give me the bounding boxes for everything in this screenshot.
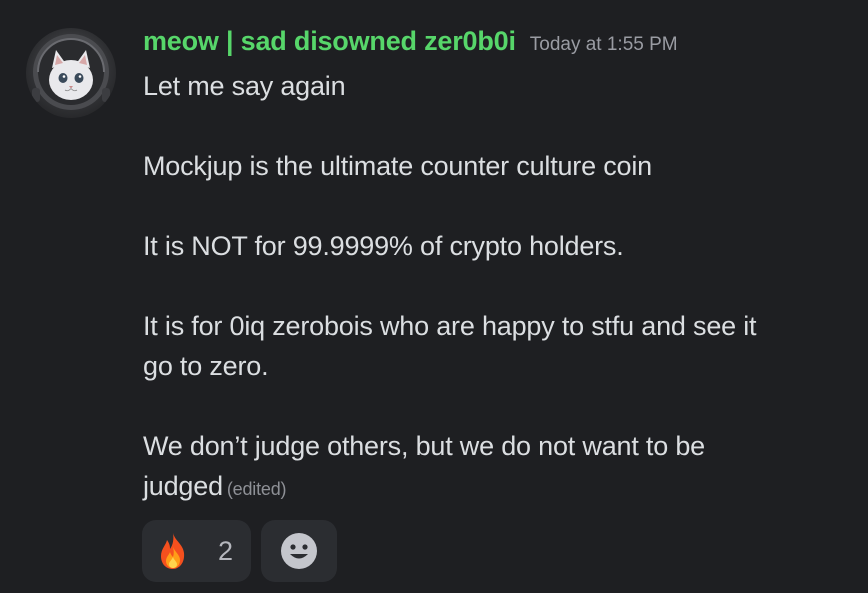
avatar[interactable] (26, 28, 116, 118)
message-line: Mockjup is the ultimate counter culture … (143, 151, 652, 181)
message-line: It is NOT for 99.9999% of crypto holders… (143, 231, 624, 261)
message-line: go to zero. (143, 351, 269, 381)
reactions-bar: 2 (142, 520, 337, 582)
message-line: It is for 0iq zerobois who are happy to … (143, 311, 757, 341)
astronaut-cat-avatar-icon (32, 34, 110, 110)
edited-label: (edited) (226, 479, 287, 499)
message-header: meow | sad disowned zer0b0i Today at 1:55… (143, 26, 678, 57)
reaction-fire[interactable]: 2 (142, 520, 251, 582)
message-line: Let me say again (143, 71, 346, 101)
message-line-last: judged (edited) (143, 466, 853, 509)
message-line: We don’t judge others, but we do not wan… (143, 431, 705, 461)
fire-emoji-icon (161, 533, 185, 569)
author-username[interactable]: meow | sad disowned zer0b0i (143, 26, 516, 56)
add-reaction-button[interactable] (261, 520, 337, 582)
message-content: Let me say again Mockjup is the ultimate… (143, 66, 853, 509)
reaction-count: 2 (217, 535, 233, 566)
chat-message: meow | sad disowned zer0b0i Today at 1:55… (0, 0, 868, 593)
message-line-text: judged (143, 471, 223, 501)
smiley-add-reaction-icon (281, 533, 317, 569)
message-timestamp[interactable]: Today at 1:55 PM (530, 34, 678, 55)
